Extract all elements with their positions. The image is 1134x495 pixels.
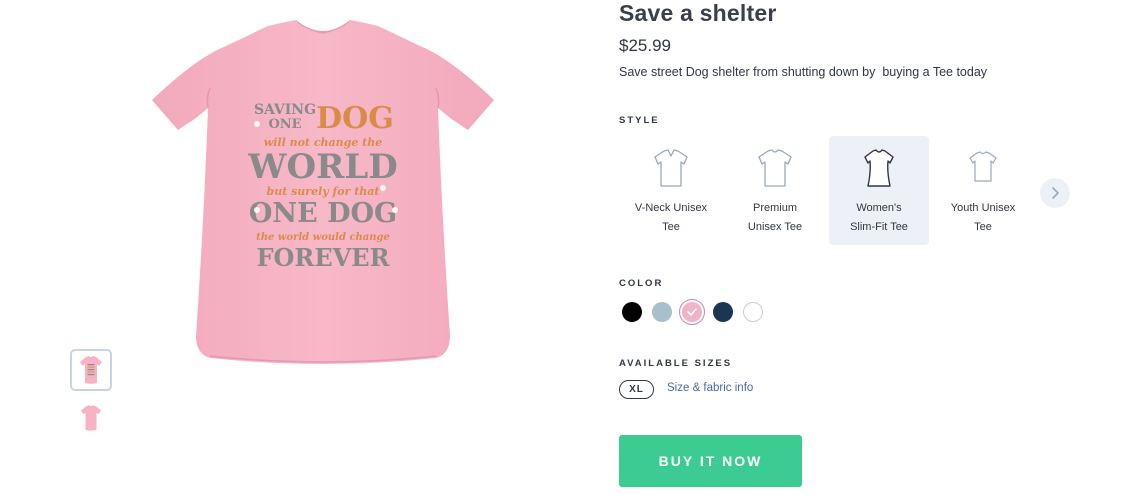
size-fabric-info-link[interactable]: Size & fabric info <box>667 382 753 394</box>
style-name-line1: Youth Unisex <box>950 202 1016 214</box>
print-line: but surely for that <box>267 185 380 198</box>
style-next-button[interactable] <box>1040 178 1070 208</box>
product-image: SAVING ONE DOG will not change the WORLD… <box>150 18 496 370</box>
product-title: Save a shelter <box>619 0 777 26</box>
womens-tee-icon <box>864 149 894 187</box>
color-swatch-white[interactable] <box>743 302 763 322</box>
print-line: FOREVER <box>256 243 390 272</box>
product-description: Save street Dog shelter from shutting do… <box>619 65 988 79</box>
print-line: the world would change <box>256 232 390 243</box>
style-name-line1: Women's <box>856 202 902 214</box>
thumbnail-back[interactable] <box>70 397 112 439</box>
thumbnail-front[interactable] <box>70 349 112 391</box>
tshirt-back-icon <box>80 405 102 431</box>
print-line: ONE DOG <box>249 198 397 229</box>
product-price: $25.99 <box>619 36 671 55</box>
tshirt-image: SAVING ONE DOG will not change the WORLD… <box>152 20 494 364</box>
tshirt-thumbnail-icon <box>80 356 102 384</box>
color-label: COLOR <box>619 278 664 289</box>
style-name-line2: Tee <box>662 221 680 233</box>
thumbnail-list <box>70 349 112 445</box>
style-name-line2: Unisex Tee <box>747 221 803 233</box>
color-swatch-black[interactable] <box>622 302 642 322</box>
youth-tee-icon <box>969 151 997 182</box>
v-neck-tee-icon <box>654 149 688 187</box>
print-line: SAVING <box>254 102 316 118</box>
product-details: Save a shelter $25.99 Save street Dog sh… <box>619 0 1119 487</box>
style-option-youth-unisex-tee[interactable]: Youth Unisex Tee <box>933 136 1033 245</box>
checkmark-icon <box>687 308 697 316</box>
chevron-right-icon <box>1052 187 1059 199</box>
style-option-premium-unisex-tee[interactable]: Premium Unisex Tee <box>725 136 825 245</box>
style-name-line1: V-Neck Unisex <box>634 202 708 214</box>
print-line: DOG <box>316 101 394 136</box>
size-option-xl[interactable]: XL <box>619 380 654 399</box>
premium-tee-icon <box>758 149 792 187</box>
color-swatch-pink-selected[interactable] <box>679 299 705 325</box>
buy-it-now-button[interactable]: BUY IT NOW <box>619 435 802 487</box>
print-line: ONE <box>268 117 301 132</box>
style-name-line1: Premium <box>752 202 797 214</box>
style-name-line2: Slim-Fit Tee <box>850 221 908 233</box>
color-swatch-navy[interactable] <box>713 302 733 322</box>
style-option-womens-slim-fit-tee[interactable]: Women's Slim-Fit Tee <box>829 136 929 245</box>
style-label: STYLE <box>619 115 660 126</box>
color-swatch-pink-fill <box>682 302 702 322</box>
style-options: V-Neck Unisex Tee Premium Unisex Tee Women… <box>619 136 1079 245</box>
available-sizes-label: AVAILABLE SIZES <box>619 358 733 369</box>
color-swatch-light-blue[interactable] <box>652 302 672 322</box>
print-line: WORLD <box>247 147 397 187</box>
style-option-v-neck-unisex-tee[interactable]: V-Neck Unisex Tee <box>621 136 721 245</box>
style-name-line2: Tee <box>974 221 992 233</box>
